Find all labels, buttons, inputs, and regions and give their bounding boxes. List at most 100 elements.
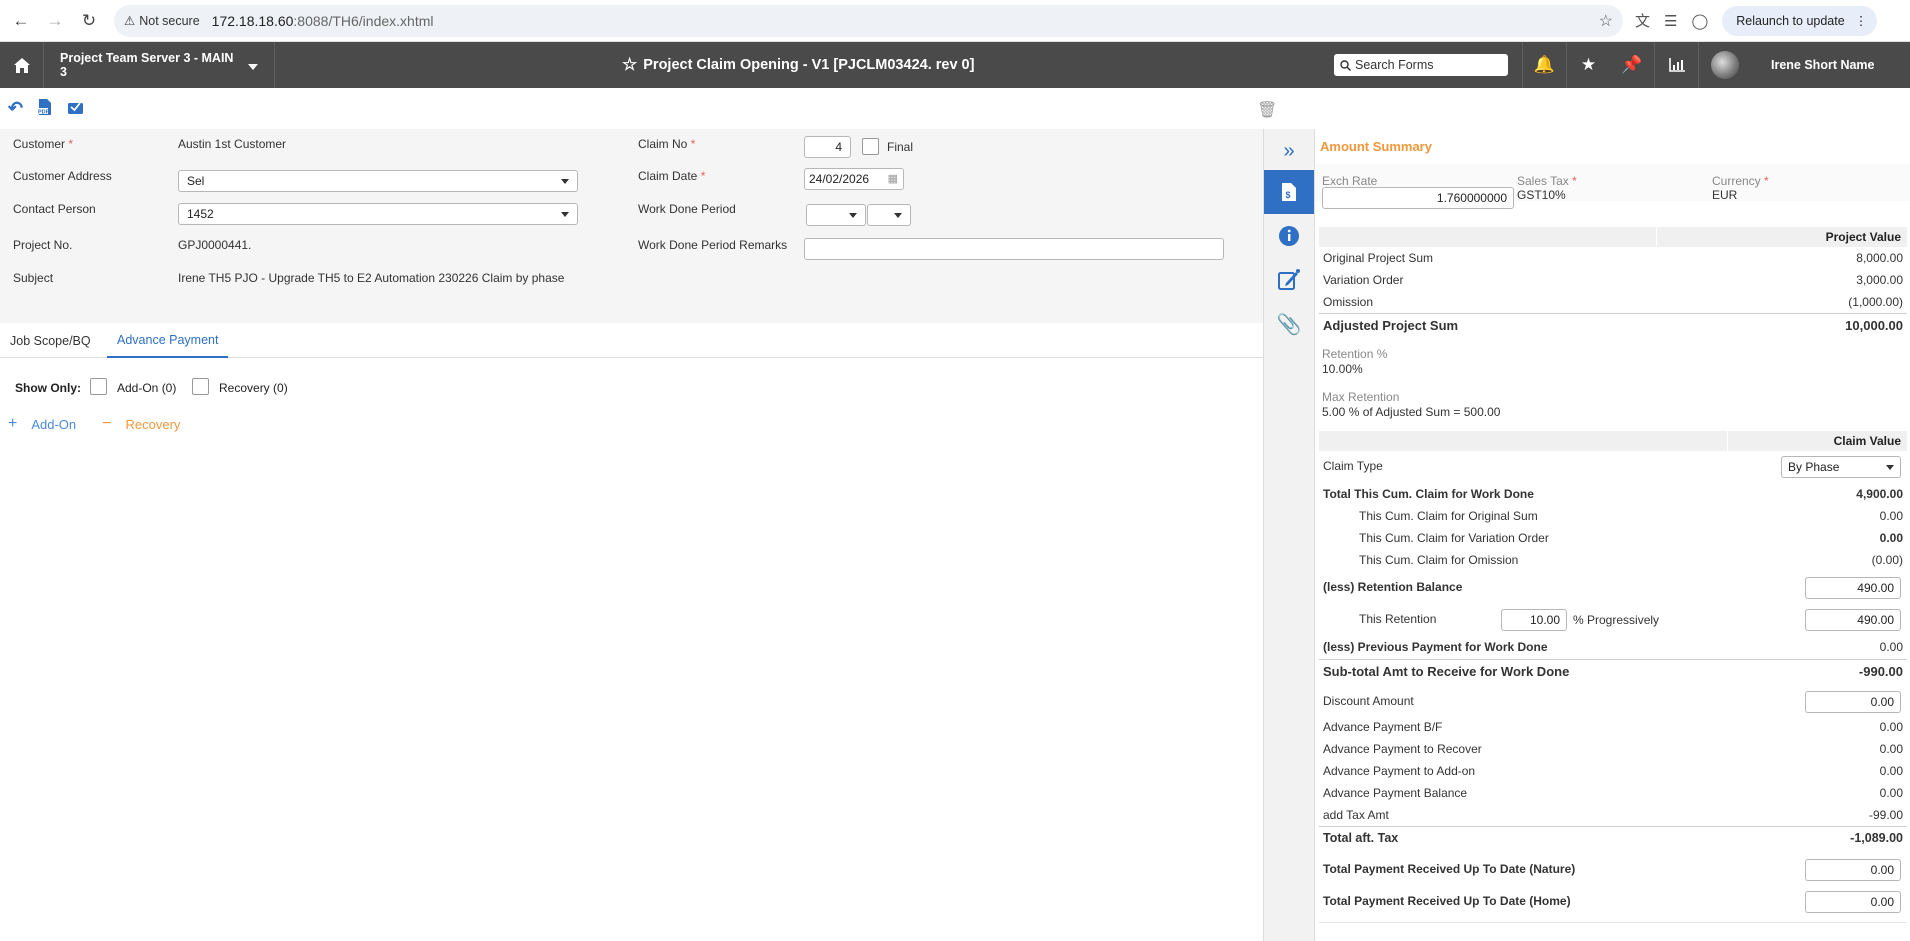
cum-omission-row: This Cum. Claim for Omission (0.00) (1359, 553, 1903, 567)
server-selector[interactable]: Project Team Server 3 - MAIN 3 (44, 42, 275, 88)
advance-recover-row: Advance Payment to Recover 0.00 (1323, 742, 1903, 756)
back-icon[interactable]: ← (8, 8, 34, 34)
claim-date-input[interactable]: 24/02/2026 ▦ (804, 168, 904, 190)
plus-icon: + (8, 415, 18, 432)
analytics-chart-icon[interactable] (1654, 42, 1698, 88)
claim-no-value: 4 (835, 140, 842, 154)
previous-payment-row: (less) Previous Payment for Work Done 0.0… (1323, 640, 1903, 654)
url-text[interactable]: 172.18.18.60:8088/TH6/index.xhtml (212, 13, 1599, 29)
chevron-down-icon (849, 213, 857, 218)
tab-job-scope[interactable]: Job Scope/BQ (0, 323, 101, 358)
add-recovery-button[interactable]: − Recovery (102, 415, 180, 433)
retention-balance-input[interactable]: 490.00 (1805, 577, 1901, 599)
user-menu[interactable]: Irene Short Name (1698, 42, 1889, 88)
recovery-filter-label: Recovery (0) (219, 381, 288, 395)
adjusted-project-sum-row: Adjusted Project Sum 10,000.00 (1323, 317, 1903, 333)
customer-address-value: Sel (187, 174, 205, 188)
total-received-home-input[interactable]: 0.00 (1805, 891, 1901, 913)
contact-person-select[interactable]: 1452 (178, 203, 578, 225)
cum-variation-row: This Cum. Claim for Variation Order 0.00 (1359, 531, 1903, 545)
original-project-sum-row: Original Project Sum 8,000.00 (1323, 251, 1903, 265)
work-done-period-month-select[interactable] (806, 204, 866, 226)
security-indicator[interactable]: ⚠ Not secure (124, 13, 212, 29)
addon-filter-checkbox[interactable] (90, 378, 107, 395)
address-bar[interactable]: ⚠ Not secure 172.18.18.60:8088/TH6/index… (114, 4, 1623, 37)
claim-type-select[interactable]: By Phase (1781, 456, 1901, 478)
recovery-filter-checkbox[interactable] (192, 378, 209, 395)
discount-input[interactable]: 0.00 (1805, 691, 1901, 713)
contact-person-value: 1452 (187, 207, 214, 221)
relaunch-button[interactable]: Relaunch to update ⋮ (1722, 5, 1878, 36)
final-checkbox[interactable] (862, 138, 879, 155)
customer-label: Customer * (13, 137, 74, 151)
customer-value: Austin 1st Customer (178, 137, 287, 151)
pin-icon[interactable]: 📌 (1610, 42, 1654, 88)
page-title-text: Project Claim Opening - V1 [PJCLM03424. … (643, 57, 975, 73)
subject-label: Subject (13, 271, 54, 285)
total-cum-claim-row: Total This Cum. Claim for Work Done 4,900… (1323, 487, 1903, 501)
collapse-panel-icon[interactable]: » (1264, 129, 1314, 173)
project-no-label: Project No. (13, 238, 73, 252)
delete-trash-icon[interactable]: 🗑 (1257, 100, 1277, 120)
work-done-remarks-input[interactable] (804, 238, 1224, 260)
customer-address-label: Customer Address (13, 169, 112, 183)
url-path: :8088/TH6/index.xhtml (293, 12, 434, 29)
forward-icon[interactable]: → (42, 8, 68, 34)
pdf-icon[interactable]: PDF (37, 98, 53, 119)
search-placeholder: Search Forms (1355, 58, 1434, 72)
subject-value: Irene TH5 PJO - Upgrade TH5 to E2 Automa… (178, 271, 565, 285)
exch-rate-input[interactable]: 1.760000000 (1322, 187, 1514, 209)
media-playlist-icon[interactable]: ☰ (1664, 12, 1677, 30)
undo-icon[interactable]: ↶ (8, 98, 23, 119)
tab-advance-payment[interactable]: Advance Payment (107, 323, 229, 358)
divider (1319, 826, 1907, 827)
reload-icon[interactable]: ↻ (76, 8, 102, 34)
edit-notes-icon[interactable] (1264, 258, 1314, 302)
work-done-period-year-select[interactable] (867, 204, 911, 226)
advance-addon-row: Advance Payment to Add-on 0.00 (1323, 764, 1903, 778)
customer-address-select[interactable]: Sel (178, 170, 578, 192)
amount-summary-icon[interactable]: $ (1264, 170, 1314, 214)
claim-no-label: Claim No * (638, 137, 696, 151)
currency-value: EUR (1712, 188, 1738, 202)
server-label: Project Team Server 3 - MAIN 3 (60, 51, 234, 79)
this-retention-amount-input[interactable]: 490.00 (1805, 609, 1901, 631)
total-received-nature-input[interactable]: 0.00 (1805, 859, 1901, 881)
calendar-icon[interactable]: ▦ (888, 172, 898, 185)
sales-tax-value: GST10% (1517, 188, 1566, 202)
notifications-bell-icon[interactable]: 🔔 (1522, 42, 1566, 88)
add-tax-row: add Tax Amt -99.00 (1323, 808, 1903, 822)
search-icon (1340, 59, 1351, 71)
retention-pct-label: Retention % (1322, 347, 1388, 361)
info-icon[interactable] (1264, 214, 1314, 258)
divider (1319, 313, 1907, 314)
claim-no-input[interactable]: 4 (804, 136, 851, 158)
user-name: Irene Short Name (1771, 58, 1875, 72)
discount-value: 0.00 (1870, 695, 1894, 709)
profile-icon[interactable]: ◯ (1691, 12, 1708, 30)
approve-inbox-icon[interactable] (67, 99, 84, 118)
home-button[interactable] (0, 42, 44, 88)
search-forms-input[interactable]: Search Forms (1334, 54, 1508, 76)
tab-bar: Job Scope/BQ Advance Payment (0, 323, 1263, 358)
divider (1319, 659, 1907, 660)
total-aft-tax-row: Total aft. Tax -1,089.00 (1323, 831, 1903, 845)
total-received-nature-value: 0.00 (1870, 863, 1894, 877)
max-retention-value: 5.00 % of Adjusted Sum = 500.00 (1322, 405, 1501, 419)
claim-value-header: Claim Value (1319, 431, 1907, 451)
bookmark-star-icon[interactable]: ☆ (1599, 11, 1613, 31)
divider (1319, 922, 1907, 923)
favorites-star-icon[interactable]: ★ (1566, 42, 1610, 88)
svg-text:PDF: PDF (38, 110, 50, 116)
this-retention-pct-input[interactable]: 10.00 (1501, 609, 1567, 631)
cum-original-row: This Cum. Claim for Original Sum 0.00 (1359, 509, 1903, 523)
final-label: Final (887, 140, 914, 154)
add-addon-button[interactable]: + Add-On (8, 415, 76, 433)
attachment-paperclip-icon[interactable]: 📎 (1264, 302, 1314, 346)
variation-order-row: Variation Order 3,000.00 (1323, 273, 1903, 287)
more-vert-icon: ⋮ (1854, 14, 1868, 28)
translate-icon[interactable]: 文 (1635, 10, 1650, 31)
favorite-star-icon[interactable]: ☆ (622, 55, 637, 75)
subtotal-row: Sub-total Amt to Receive for Work Done -9… (1323, 663, 1903, 679)
add-recovery-label: Recovery (125, 416, 181, 432)
